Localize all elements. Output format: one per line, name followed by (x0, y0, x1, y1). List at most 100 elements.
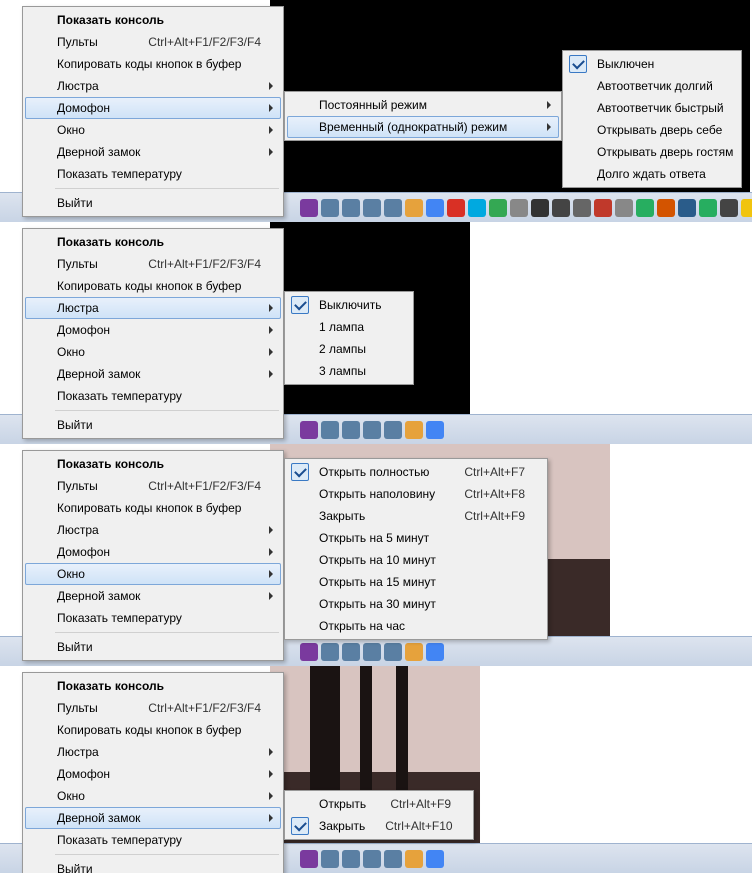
taskbar-app-icon[interactable] (405, 850, 423, 868)
menu-intercom[interactable]: Домофон (25, 541, 281, 563)
taskbar-app-icon[interactable] (510, 199, 528, 217)
menu-auto-fast[interactable]: Автоответчик быстрый (565, 97, 739, 119)
menu-lamp1[interactable]: 1 лампа (287, 316, 411, 338)
menu-copy-codes[interactable]: Копировать коды кнопок в буфер (25, 53, 281, 75)
menu-open-5min[interactable]: Открыть на 5 минут (287, 527, 545, 549)
taskbar-app-icon[interactable] (384, 850, 402, 868)
menu-temporary-mode[interactable]: Временный (однократный) режим (287, 116, 559, 138)
menu-show-temp[interactable]: Показать температуру (25, 829, 281, 851)
menu-exit[interactable]: Выйти (25, 636, 281, 658)
taskbar-app-icon[interactable] (300, 421, 318, 439)
taskbar-app-icon[interactable] (342, 643, 360, 661)
menu-remotes[interactable]: ПультыCtrl+Alt+F1/F2/F3/F4 (25, 697, 281, 719)
taskbar-app-icon[interactable] (342, 199, 360, 217)
taskbar-app-icon[interactable] (300, 643, 318, 661)
menu-chandelier[interactable]: Люстра (25, 741, 281, 763)
taskbar-app-icon[interactable] (468, 199, 486, 217)
taskbar-app-icon[interactable] (615, 199, 633, 217)
taskbar-app-icon[interactable] (720, 199, 738, 217)
menu-chandelier[interactable]: Люстра (25, 297, 281, 319)
taskbar-app-icon[interactable] (741, 199, 752, 217)
taskbar-app-icon[interactable] (573, 199, 591, 217)
menu-open-30min[interactable]: Открыть на 30 минут (287, 593, 545, 615)
menu-intercom[interactable]: Домофон (25, 97, 281, 119)
menu-show-console[interactable]: Показать консоль (25, 9, 281, 31)
menu-remotes[interactable]: ПультыCtrl+Alt+F1/F2/F3/F4 (25, 253, 281, 275)
menu-copy-codes[interactable]: Копировать коды кнопок в буфер (25, 497, 281, 519)
taskbar-app-icon[interactable] (594, 199, 612, 217)
menu-open-10min[interactable]: Открыть на 10 минут (287, 549, 545, 571)
menu-open-half[interactable]: Открыть наполовинуCtrl+Alt+F8 (287, 483, 545, 505)
menu-show-temp[interactable]: Показать температуру (25, 163, 281, 185)
menu-lamp2[interactable]: 2 лампы (287, 338, 411, 360)
taskbar-app-icon[interactable] (489, 199, 507, 217)
taskbar-app-icon[interactable] (636, 199, 654, 217)
menu-open-15min[interactable]: Открыть на 15 минут (287, 571, 545, 593)
menu-open-full[interactable]: Открыть полностьюCtrl+Alt+F7 (287, 461, 545, 483)
taskbar-app-icon[interactable] (300, 850, 318, 868)
menu-door-lock[interactable]: Дверной замок (25, 585, 281, 607)
taskbar-app-icon[interactable] (426, 643, 444, 661)
menu-remotes[interactable]: ПультыCtrl+Alt+F1/F2/F3/F4 (25, 31, 281, 53)
menu-permanent-mode[interactable]: Постоянный режим (287, 94, 559, 116)
menu-auto-long[interactable]: Автоответчик долгий (565, 75, 739, 97)
menu-exit[interactable]: Выйти (25, 414, 281, 436)
menu-show-console[interactable]: Показать консоль (25, 453, 281, 475)
menu-close-window[interactable]: ЗакрытьCtrl+Alt+F9 (287, 505, 545, 527)
taskbar-app-icon[interactable] (405, 643, 423, 661)
taskbar-app-icon[interactable] (699, 199, 717, 217)
menu-door-lock[interactable]: Дверной замок (25, 363, 281, 385)
menu-wait-long[interactable]: Долго ждать ответа (565, 163, 739, 185)
menu-window[interactable]: Окно (25, 341, 281, 363)
taskbar-app-icon[interactable] (531, 199, 549, 217)
menu-remotes[interactable]: ПультыCtrl+Alt+F1/F2/F3/F4 (25, 475, 281, 497)
menu-door-lock[interactable]: Дверной замок (25, 807, 281, 829)
menu-off[interactable]: Выключен (565, 53, 739, 75)
menu-exit[interactable]: Выйти (25, 192, 281, 214)
taskbar-app-icon[interactable] (321, 850, 339, 868)
taskbar-app-icon[interactable] (426, 199, 444, 217)
taskbar-app-icon[interactable] (384, 199, 402, 217)
taskbar-app-icon[interactable] (321, 421, 339, 439)
menu-window[interactable]: Окно (25, 119, 281, 141)
taskbar-app-icon[interactable] (321, 199, 339, 217)
menu-open-hour[interactable]: Открыть на час (287, 615, 545, 637)
menu-copy-codes[interactable]: Копировать коды кнопок в буфер (25, 719, 281, 741)
menu-lock-open[interactable]: ОткрытьCtrl+Alt+F9 (287, 793, 471, 815)
menu-exit[interactable]: Выйти (25, 858, 281, 873)
menu-chandelier[interactable]: Люстра (25, 75, 281, 97)
menu-turn-off[interactable]: Выключить (287, 294, 411, 316)
menu-show-temp[interactable]: Показать температуру (25, 385, 281, 407)
menu-door-lock[interactable]: Дверной замок (25, 141, 281, 163)
taskbar-app-icon[interactable] (363, 421, 381, 439)
menu-show-console[interactable]: Показать консоль (25, 675, 281, 697)
menu-show-temp[interactable]: Показать температуру (25, 607, 281, 629)
taskbar-app-icon[interactable] (363, 850, 381, 868)
menu-window[interactable]: Окно (25, 563, 281, 585)
menu-lock-close[interactable]: ЗакрытьCtrl+Alt+F10 (287, 815, 471, 837)
menu-chandelier[interactable]: Люстра (25, 519, 281, 541)
taskbar-app-icon[interactable] (405, 199, 423, 217)
menu-intercom[interactable]: Домофон (25, 763, 281, 785)
menu-open-self[interactable]: Открывать дверь себе (565, 119, 739, 141)
taskbar-app-icon[interactable] (426, 421, 444, 439)
taskbar-app-icon[interactable] (363, 199, 381, 217)
menu-show-console[interactable]: Показать консоль (25, 231, 281, 253)
menu-lamp3[interactable]: 3 лампы (287, 360, 411, 382)
taskbar-app-icon[interactable] (342, 850, 360, 868)
menu-open-guests[interactable]: Открывать дверь гостям (565, 141, 739, 163)
taskbar-app-icon[interactable] (405, 421, 423, 439)
taskbar-app-icon[interactable] (447, 199, 465, 217)
taskbar-app-icon[interactable] (426, 850, 444, 868)
menu-intercom[interactable]: Домофон (25, 319, 281, 341)
taskbar-app-icon[interactable] (552, 199, 570, 217)
taskbar-app-icon[interactable] (342, 421, 360, 439)
taskbar-app-icon[interactable] (363, 643, 381, 661)
taskbar-app-icon[interactable] (678, 199, 696, 217)
taskbar-app-icon[interactable] (657, 199, 675, 217)
taskbar-app-icon[interactable] (321, 643, 339, 661)
taskbar-app-icon[interactable] (384, 421, 402, 439)
taskbar-app-icon[interactable] (300, 199, 318, 217)
taskbar-app-icon[interactable] (384, 643, 402, 661)
menu-window[interactable]: Окно (25, 785, 281, 807)
